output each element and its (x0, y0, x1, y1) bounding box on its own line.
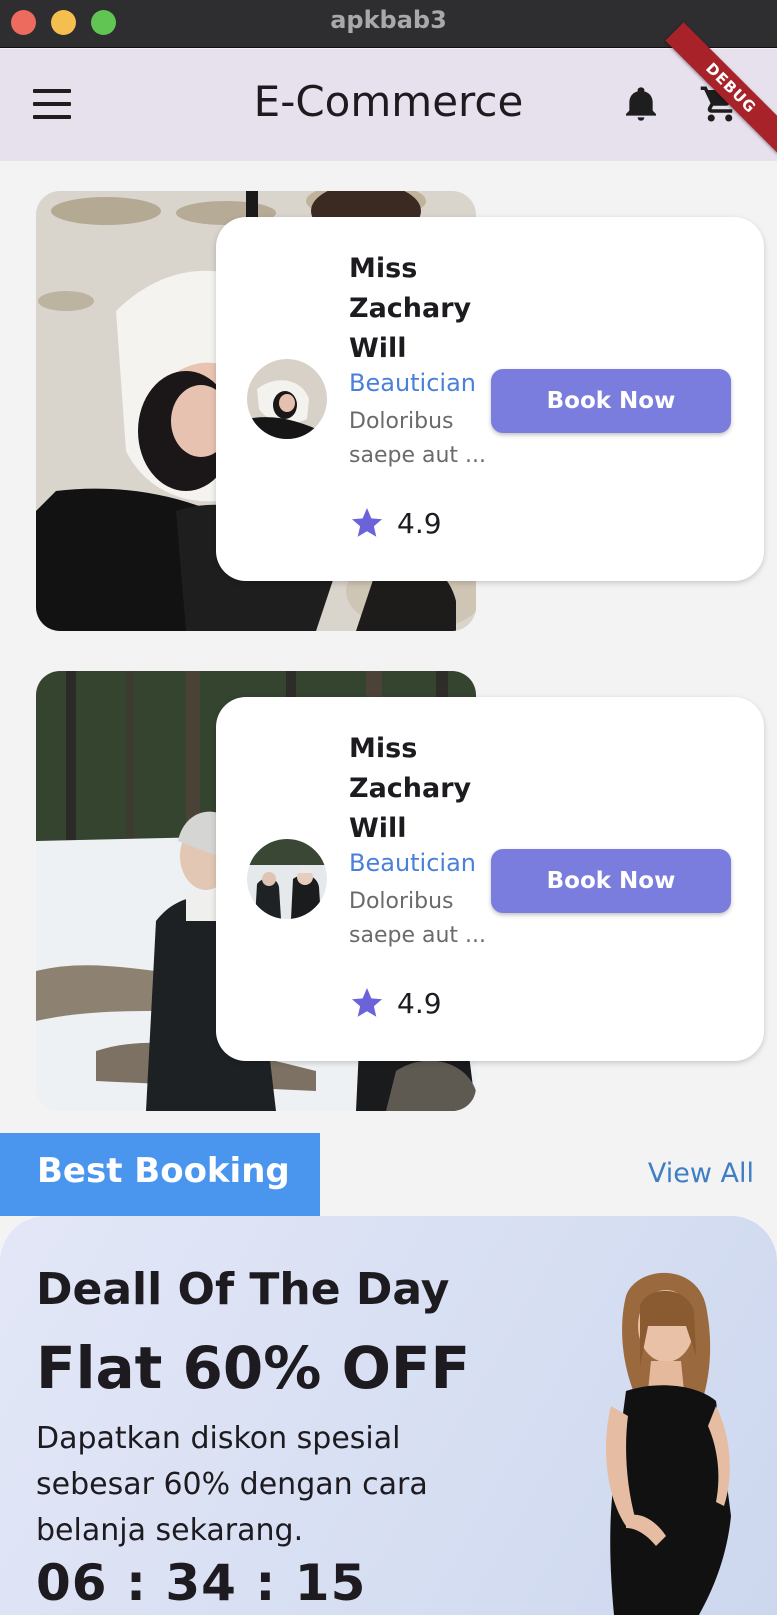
stylist-avatar (247, 839, 327, 919)
stylist-role: Beautician (349, 849, 477, 877)
stylist-card[interactable]: Miss Zachary Will Beautician Doloribus s… (0, 671, 777, 1111)
best-booking-tab: Best Booking (0, 1133, 320, 1216)
book-now-button[interactable]: Book Now (491, 849, 731, 913)
deal-headline: Flat 60% OFF (36, 1334, 471, 1402)
deal-of-the-day-banner[interactable]: Deall Of The Day Flat 60% OFF Dapatkan d… (0, 1216, 777, 1615)
stylist-name: Miss Zachary Will (349, 253, 472, 364)
app-bar: E-Commerce DEBUG (0, 22, 777, 161)
deal-countdown-timer: 06 : 34 : 15 (36, 1554, 367, 1612)
window-titlebar: apkbab3 (0, 0, 777, 48)
stylist-rating: 4.9 (397, 987, 442, 1020)
notification-bell-icon[interactable] (621, 83, 661, 125)
book-now-button[interactable]: Book Now (491, 369, 731, 433)
stylist-description: Doloribus saepe aut ... (349, 409, 486, 468)
stylist-avatar (247, 359, 327, 439)
deal-description: Dapatkan diskon spesial sebesar 60% deng… (36, 1421, 428, 1548)
best-booking-label: Best Booking (37, 1151, 290, 1191)
window-title: apkbab3 (330, 6, 447, 34)
stylist-name: Miss Zachary Will (349, 733, 472, 844)
deal-model-image (606, 1272, 731, 1615)
stylist-card[interactable]: Miss Zachary Will Beautician Doloribus s… (0, 191, 777, 631)
star-icon (352, 988, 382, 1017)
view-all-link[interactable]: View All (648, 1158, 754, 1189)
app-window: apkbab3 E-Commerce DEBUG Miss Zachary Wi… (0, 0, 777, 1615)
deal-title: Deall Of The Day (36, 1264, 450, 1315)
star-icon (352, 508, 382, 537)
stylist-rating: 4.9 (397, 507, 442, 540)
stylist-role: Beautician (349, 369, 477, 397)
stylist-description: Doloribus saepe aut ... (349, 889, 486, 948)
stylist-info-card: Miss Zachary Will Beautician Doloribus s… (216, 697, 764, 1061)
stylist-info-card: Miss Zachary Will Beautician Doloribus s… (216, 217, 764, 581)
